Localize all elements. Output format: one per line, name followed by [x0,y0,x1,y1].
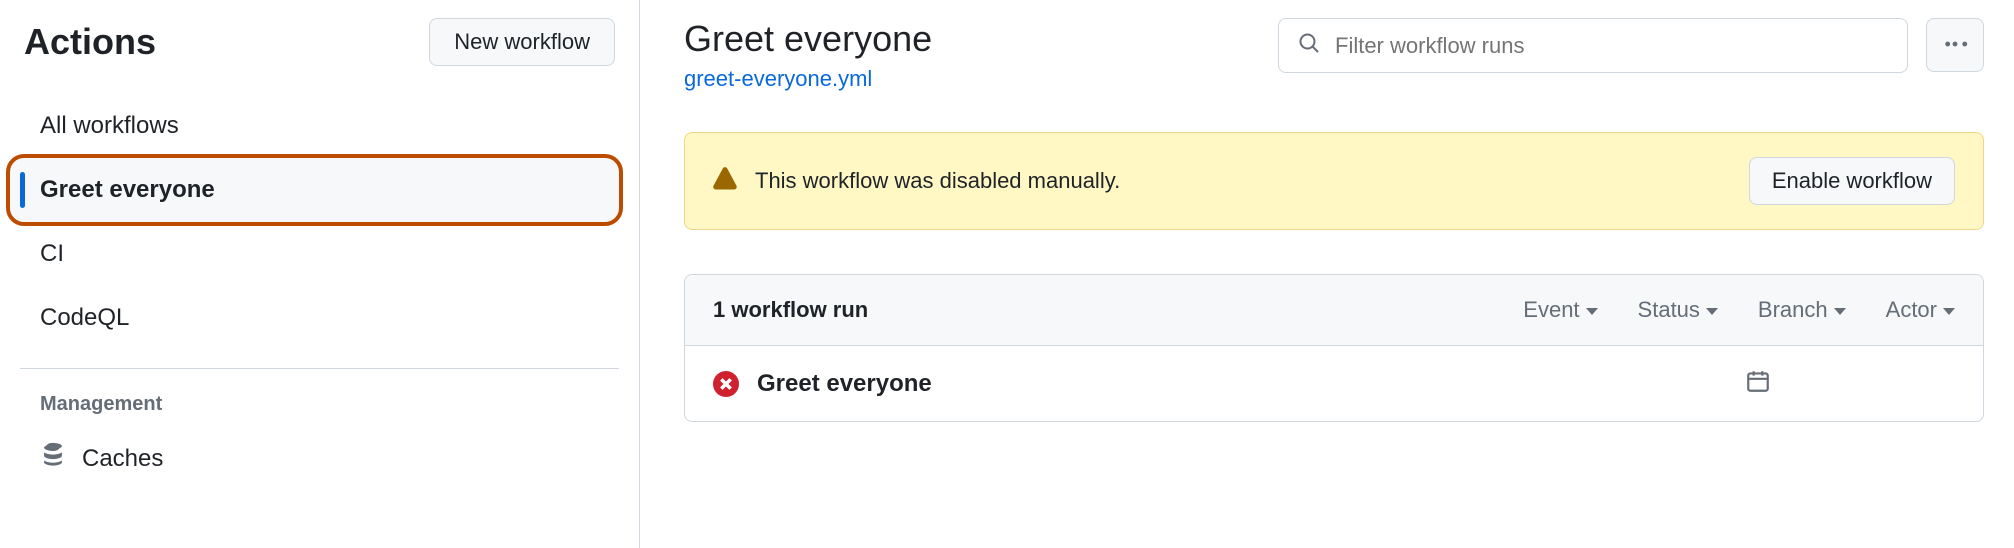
filter-runs-input[interactable] [1335,33,1889,59]
workflow-run-row[interactable]: Greet everyone [685,346,1983,421]
management-section-label: Management [20,393,619,434]
main-header: Greet everyone greet-everyone.yml [684,18,1984,92]
disabled-workflow-alert: This workflow was disabled manually. Ena… [684,132,1984,230]
caret-down-icon [1706,308,1718,315]
sidebar-item-ci[interactable]: CI [20,222,619,286]
alert-icon [713,167,737,196]
run-status-failure-icon [713,371,739,397]
filter-label: Actor [1886,297,1937,323]
workflow-list: All workflows Greet everyone CI CodeQL [20,94,619,350]
filter-status-dropdown[interactable]: Status [1638,297,1718,323]
filter-label: Event [1523,297,1579,323]
runs-header: 1 workflow run Event Status Branch Actor [685,275,1983,346]
runs-count: 1 workflow run [713,297,1483,323]
sidebar-header: Actions New workflow [20,18,619,66]
filter-label: Branch [1758,297,1828,323]
calendar-icon [1745,368,1771,399]
kebab-icon [1942,31,1968,60]
workflow-file-link[interactable]: greet-everyone.yml [684,66,872,91]
filter-branch-dropdown[interactable]: Branch [1758,297,1846,323]
enable-workflow-button[interactable]: Enable workflow [1749,157,1955,205]
alert-text: This workflow was disabled manually. [755,168,1731,194]
sidebar: Actions New workflow All workflows Greet… [0,0,640,548]
caret-down-icon [1834,308,1846,315]
sidebar-item-codeql[interactable]: CodeQL [20,286,619,350]
sidebar-item-greet-everyone[interactable]: Greet everyone [10,158,619,222]
run-title: Greet everyone [757,370,1727,398]
filter-label: Status [1638,297,1700,323]
filter-event-dropdown[interactable]: Event [1523,297,1597,323]
sidebar-divider [20,368,619,369]
title-block: Greet everyone greet-everyone.yml [684,18,1260,92]
filter-actor-dropdown[interactable]: Actor [1886,297,1955,323]
sidebar-item-all-workflows[interactable]: All workflows [20,94,619,158]
more-options-button[interactable] [1926,18,1984,72]
page-title: Greet everyone [684,18,1260,60]
workflow-runs-box: 1 workflow run Event Status Branch Actor [684,274,1984,422]
sidebar-item-label: Caches [82,445,163,473]
filter-input-wrap[interactable] [1278,18,1908,73]
caret-down-icon [1943,308,1955,315]
new-workflow-button[interactable]: New workflow [429,18,615,66]
search-icon [1297,31,1321,60]
sidebar-item-caches[interactable]: Caches [20,434,619,483]
caret-down-icon [1586,308,1598,315]
database-icon [40,442,66,475]
sidebar-title: Actions [24,21,156,63]
main-content: Greet everyone greet-everyone.yml This w… [640,0,2014,548]
